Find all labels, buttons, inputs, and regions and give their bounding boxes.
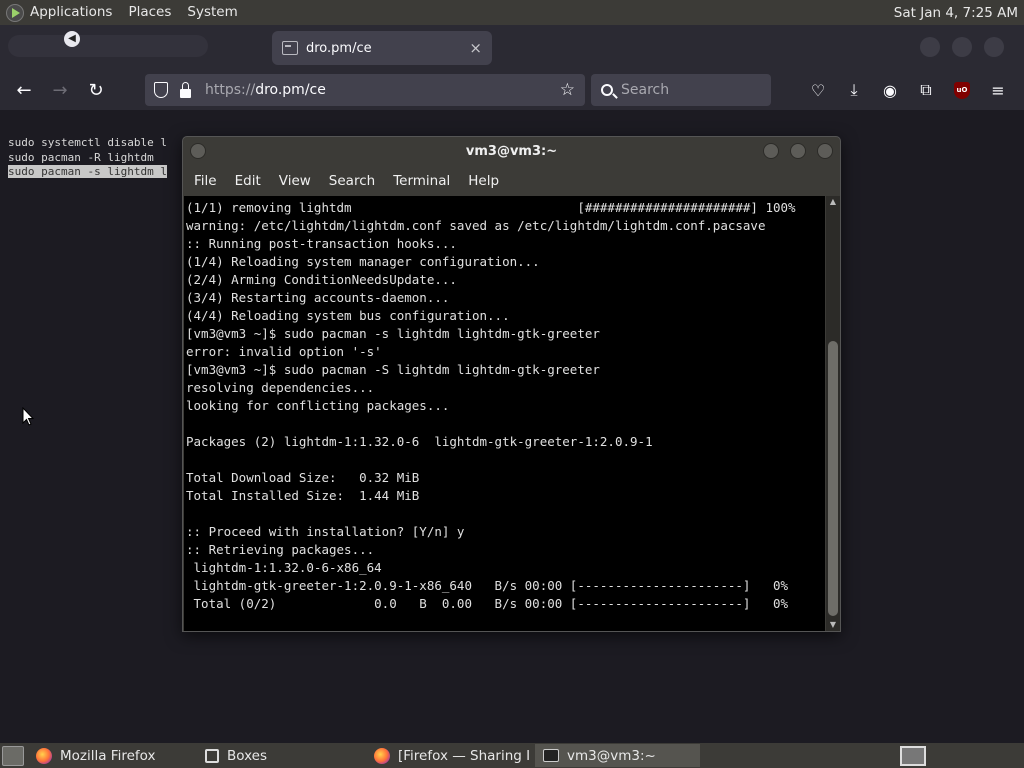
close-window-button[interactable]	[984, 37, 1004, 57]
url-text[interactable]: https://dro.pm/ce	[205, 82, 326, 98]
page-text[interactable]: sudo systemctl disable l sudo pacman -R …	[8, 136, 167, 180]
extensions-icon[interactable]: ⧉	[912, 74, 940, 106]
hamburger-menu-icon[interactable]: ≡	[984, 74, 1012, 106]
taskbar-item-label: [Firefox — Sharing I...	[398, 747, 531, 764]
page-line: sudo pacman -s lightdm l	[8, 165, 167, 180]
terminal-window-controls	[763, 143, 833, 159]
bookmark-star-icon[interactable]: ☆	[560, 80, 575, 100]
show-desktop-button[interactable]	[2, 745, 24, 766]
account-icon[interactable]: ◉	[876, 74, 904, 106]
menu-search[interactable]: Search	[320, 173, 384, 189]
scroll-down-icon[interactable]: ▼	[826, 619, 840, 631]
back-icon[interactable]: ←	[6, 74, 42, 106]
tab-title: dro.pm/ce	[306, 40, 372, 56]
scroll-up-icon[interactable]: ▲	[826, 196, 840, 208]
tracking-protection-shield-icon[interactable]	[154, 82, 168, 98]
page-favicon-icon	[282, 41, 298, 55]
terminal-output-area[interactable]: (1/1) removing lightdm [################…	[184, 196, 825, 631]
menu-help[interactable]: Help	[459, 173, 508, 189]
firefox-icon	[374, 747, 390, 764]
top-panel: Applications Places System Sat Jan 4, 7:…	[0, 0, 1024, 25]
system-menu[interactable]: System	[179, 0, 245, 25]
terminal-close-button[interactable]	[817, 143, 833, 159]
selected-page-line[interactable]: sudo pacman -s lightdm l	[8, 165, 167, 178]
downloads-icon[interactable]: ⤓	[840, 74, 868, 106]
firefox-icon	[36, 747, 52, 764]
terminal-scrollbar[interactable]: ▲ ▼	[826, 196, 840, 631]
lock-icon[interactable]	[180, 81, 191, 98]
speaker-icon[interactable]: ◀	[64, 31, 80, 47]
taskbar: Mozilla Firefox Boxes [Firefox — Sharing…	[0, 743, 1024, 768]
applications-menu[interactable]: Applications	[0, 0, 120, 25]
search-placeholder: Search	[621, 82, 670, 98]
mouse-pointer-icon	[22, 407, 34, 426]
menu-file[interactable]: File	[185, 173, 226, 189]
scrollbar-thumb[interactable]	[828, 341, 838, 616]
search-icon	[601, 84, 613, 96]
ublock-origin-icon[interactable]: uO	[948, 74, 976, 106]
terminal-window: vm3@vm3:~ File Edit View Search Terminal…	[182, 136, 841, 632]
terminal-maximize-button[interactable]	[790, 143, 806, 159]
terminal-title: vm3@vm3:~	[465, 144, 558, 159]
faded-tab-placeholder	[8, 35, 208, 57]
reload-icon[interactable]: ↻	[78, 74, 114, 106]
url-bar[interactable]: https://dro.pm/ce ☆	[145, 74, 585, 106]
taskbar-item-boxes[interactable]: Boxes	[197, 744, 362, 767]
page-line[interactable]: sudo systemctl disable l	[8, 136, 167, 151]
taskbar-item-label: Boxes	[227, 747, 268, 764]
terminal-titlebar[interactable]: vm3@vm3:~	[183, 137, 840, 167]
menu-terminal[interactable]: Terminal	[384, 173, 459, 189]
tab-bar: ◀ dro.pm/ce ×	[0, 25, 1024, 70]
maximize-button[interactable]	[952, 37, 972, 57]
ublock-label: uO	[954, 81, 970, 99]
terminal-minimize-button[interactable]	[763, 143, 779, 159]
taskbar-item-terminal[interactable]: vm3@vm3:~	[535, 744, 700, 767]
clock[interactable]: Sat Jan 4, 7:25 AM	[894, 5, 1024, 21]
url-host: dro.pm/ce	[255, 82, 326, 98]
toolbar-right: ♡ ⤓ ◉ ⧉ uO ≡	[804, 74, 1012, 106]
nav-bar: ← → ↻ https://dro.pm/ce ☆ Search ♡ ⤓ ◉ ⧉…	[0, 70, 1024, 110]
taskbar-item-firefox-sharing[interactable]: [Firefox — Sharing I...	[366, 744, 531, 767]
minimize-button[interactable]	[920, 37, 940, 57]
workspace-switcher[interactable]	[900, 745, 926, 766]
page-line[interactable]: sudo pacman -R lightdm	[8, 151, 167, 166]
distro-logo-icon	[6, 3, 24, 22]
menu-edit[interactable]: Edit	[226, 173, 270, 189]
window-controls	[920, 37, 1004, 57]
pocket-icon[interactable]: ♡	[804, 74, 832, 106]
search-input[interactable]: Search	[591, 74, 771, 106]
places-menu[interactable]: Places	[120, 0, 179, 25]
taskbar-item-label: vm3@vm3:~	[567, 747, 656, 764]
taskbar-item-firefox[interactable]: Mozilla Firefox	[28, 744, 193, 767]
tab-close-icon[interactable]: ×	[469, 39, 482, 57]
forward-icon[interactable]: →	[42, 74, 78, 106]
terminal-output: (1/1) removing lightdm [################…	[186, 200, 796, 611]
applications-menu-label: Applications	[30, 4, 113, 20]
terminal-icon	[543, 749, 559, 762]
menu-view[interactable]: View	[270, 173, 320, 189]
window-menu-button[interactable]	[190, 143, 206, 159]
tab-dro-pm[interactable]: dro.pm/ce ×	[272, 31, 492, 65]
url-prefix: https://	[205, 82, 256, 98]
terminal-menubar: File Edit View Search Terminal Help	[183, 167, 840, 195]
taskbar-item-label: Mozilla Firefox	[60, 747, 156, 764]
boxes-icon	[205, 748, 219, 763]
